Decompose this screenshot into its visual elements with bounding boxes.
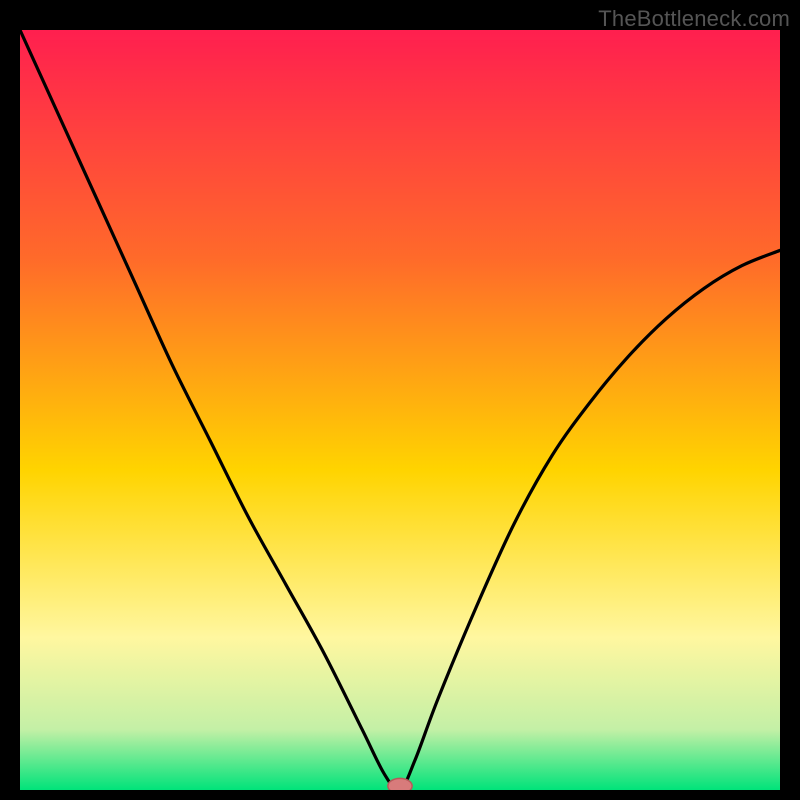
watermark-text: TheBottleneck.com [598, 6, 790, 32]
plot-outer [20, 30, 780, 790]
chart-frame: TheBottleneck.com [0, 0, 800, 800]
background-gradient [20, 30, 780, 790]
plot-area [20, 30, 780, 790]
